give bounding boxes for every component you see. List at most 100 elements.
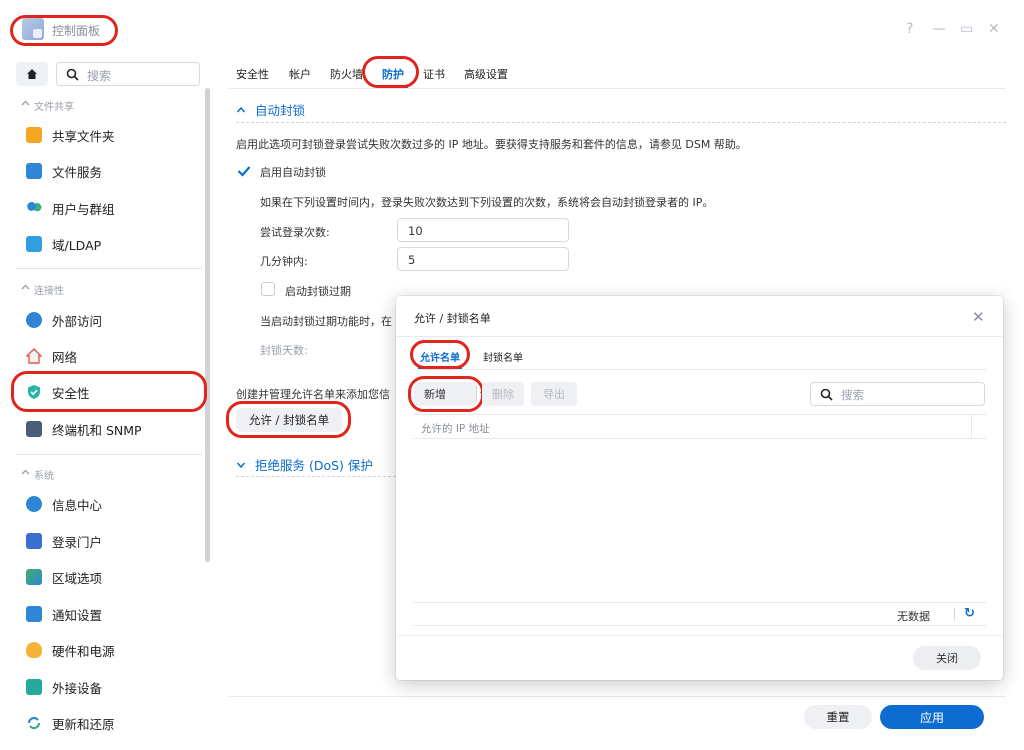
sidebar-item-users-groups[interactable]: 用户与群组 [26, 198, 115, 218]
section-file-sharing[interactable]: 文件共享 [21, 98, 74, 113]
add-button[interactable]: 新增 [414, 382, 486, 406]
minimize-icon[interactable]: — [932, 22, 946, 36]
sidebar-scrollbar[interactable] [205, 88, 210, 562]
sidebar-item-shared-folder[interactable]: 共享文件夹 [26, 125, 115, 145]
dialog-close-icon[interactable]: ✕ [972, 308, 985, 326]
chevron-up-icon [21, 284, 30, 290]
rule-description: 如果在下列设置时间内，登录失败次数达到下列设置的次数，系统将会自动封锁登录者的 … [260, 196, 714, 209]
regional-options-icon [26, 569, 42, 585]
sidebar-item-label: 硬件和电源 [52, 643, 115, 659]
chevron-up-icon [236, 106, 246, 112]
shield-icon [28, 385, 40, 399]
tabs-divider [228, 88, 1006, 89]
tab-allow-list[interactable]: 允许名单 [420, 349, 460, 364]
sidebar-item-hardware-power[interactable]: 硬件和电源 [26, 640, 115, 660]
sidebar-item-label: 域/LDAP [52, 237, 102, 253]
auto-block-description: 启用此选项可封锁登录尝试失败次数过多的 IP 地址。要获得支持服务和套件的信息，… [236, 138, 747, 151]
dialog-search-input[interactable]: 搜索 [810, 382, 985, 406]
home-button[interactable] [16, 62, 48, 86]
sidebar-item-label: 终端机和 SNMP [52, 422, 142, 438]
enable-block-expiration-label: 启动封锁过期 [285, 285, 351, 298]
sidebar-item-regional-options[interactable]: 区域选项 [26, 567, 102, 587]
tab-account[interactable]: 帐户 [289, 66, 311, 82]
section-label: 文件共享 [34, 102, 74, 113]
column-divider[interactable] [971, 415, 972, 439]
section-system[interactable]: 系统 [21, 467, 54, 482]
dos-section-header[interactable]: 拒绝服务 (DoS) 保护 [236, 455, 373, 474]
folder-icon [26, 127, 42, 143]
info-icon [26, 496, 42, 512]
allow-list-table: 允许的 IP 地址 [413, 414, 986, 626]
table-footer: 无数据 ↻ [413, 602, 986, 626]
title-bar: 控制面板 ? — ▭ ✕ [0, 0, 1024, 60]
sidebar-item-network[interactable]: 网络 [26, 346, 77, 366]
dialog-tabs-divider [413, 369, 986, 370]
tab-advanced[interactable]: 高级设置 [464, 66, 508, 82]
sidebar: 搜索 文件共享 共享文件夹 文件服务 用户与群组 域/LDAP 连接性 外部访问… [0, 58, 212, 750]
search-placeholder: 搜索 [841, 388, 864, 402]
home-icon [27, 69, 37, 79]
sidebar-item-update-restore[interactable]: 更新和还原 [26, 713, 115, 733]
app-title: 控制面板 [52, 24, 101, 38]
sidebar-item-info-center[interactable]: 信息中心 [26, 494, 102, 514]
apply-button[interactable]: 应用 [880, 705, 984, 729]
reset-button[interactable]: 重置 [804, 705, 872, 729]
minutes-input[interactable]: 5 [397, 247, 569, 271]
sidebar-item-file-services[interactable]: 文件服务 [26, 161, 102, 181]
attempts-input[interactable]: 10 [397, 218, 569, 242]
sidebar-item-external-access[interactable]: 外部访问 [26, 310, 102, 330]
terminal-icon [26, 421, 42, 437]
footer-divider [954, 608, 955, 621]
sidebar-item-label: 外接设备 [52, 680, 103, 696]
chevron-up-icon [21, 100, 30, 106]
dialog-close-button[interactable]: 关闭 [913, 646, 981, 670]
attempts-label: 尝试登录次数: [260, 226, 330, 239]
no-data-label: 无数据 [897, 610, 930, 623]
maximize-icon[interactable]: ▭ [960, 22, 973, 36]
tab-certificate[interactable]: 证书 [423, 66, 445, 82]
sidebar-item-notification[interactable]: 通知设置 [26, 604, 102, 624]
auto-block-section-header[interactable]: 自动封锁 [236, 100, 305, 119]
search-icon [820, 388, 833, 401]
divider [16, 454, 202, 455]
enable-auto-block-checkbox[interactable] [237, 165, 251, 177]
refresh-icon[interactable]: ↻ [964, 606, 975, 621]
split-divider [476, 386, 477, 402]
export-button[interactable]: 导出 [531, 382, 577, 406]
section-divider [236, 476, 396, 477]
tab-firewall[interactable]: 防火墙 [330, 66, 363, 82]
column-header-ip[interactable]: 允许的 IP 地址 [421, 421, 490, 436]
sidebar-item-terminal-snmp[interactable]: 终端机和 SNMP [26, 419, 142, 439]
expiration-description: 当启动封锁过期功能时，在 [260, 315, 392, 328]
help-icon[interactable]: ? [906, 22, 913, 36]
sidebar-item-login-portal[interactable]: 登录门户 [26, 531, 102, 551]
close-icon[interactable]: ✕ [988, 22, 1000, 36]
tab-block-list[interactable]: 封锁名单 [483, 349, 523, 364]
tab-protection[interactable]: 防护 [382, 66, 404, 82]
delete-button[interactable]: 删除 [482, 382, 524, 406]
search-placeholder: 搜索 [87, 69, 112, 83]
external-device-icon [26, 679, 42, 695]
enable-block-expiration-checkbox[interactable] [261, 282, 275, 296]
dialog-title: 允许 / 封锁名单 [414, 312, 491, 325]
section-connectivity[interactable]: 连接性 [21, 282, 64, 297]
tab-security[interactable]: 安全性 [236, 66, 269, 82]
footer-divider [228, 696, 1006, 697]
sidebar-item-label: 通知设置 [52, 607, 103, 623]
control-panel-logo-icon [22, 18, 44, 40]
sidebar-item-label: 安全性 [52, 385, 90, 401]
allow-list-description: 创建并管理允许名单来添加您信 [236, 388, 390, 401]
sidebar-item-label: 共享文件夹 [52, 128, 115, 144]
notification-icon [26, 606, 42, 622]
allow-block-list-button[interactable]: 允许 / 封锁名单 [236, 408, 342, 432]
chevron-up-icon [21, 469, 30, 475]
sidebar-item-external-devices[interactable]: 外接设备 [26, 677, 102, 697]
minutes-label: 几分钟内: [260, 255, 308, 268]
users-icon [26, 200, 42, 216]
sidebar-item-label: 信息中心 [52, 497, 103, 513]
section-divider [236, 122, 1006, 123]
sidebar-item-security[interactable]: 安全性 [26, 382, 90, 402]
sidebar-search-input[interactable]: 搜索 [56, 62, 200, 86]
sidebar-item-domain-ldap[interactable]: 域/LDAP [26, 234, 101, 254]
sidebar-item-label: 网络 [52, 349, 78, 365]
